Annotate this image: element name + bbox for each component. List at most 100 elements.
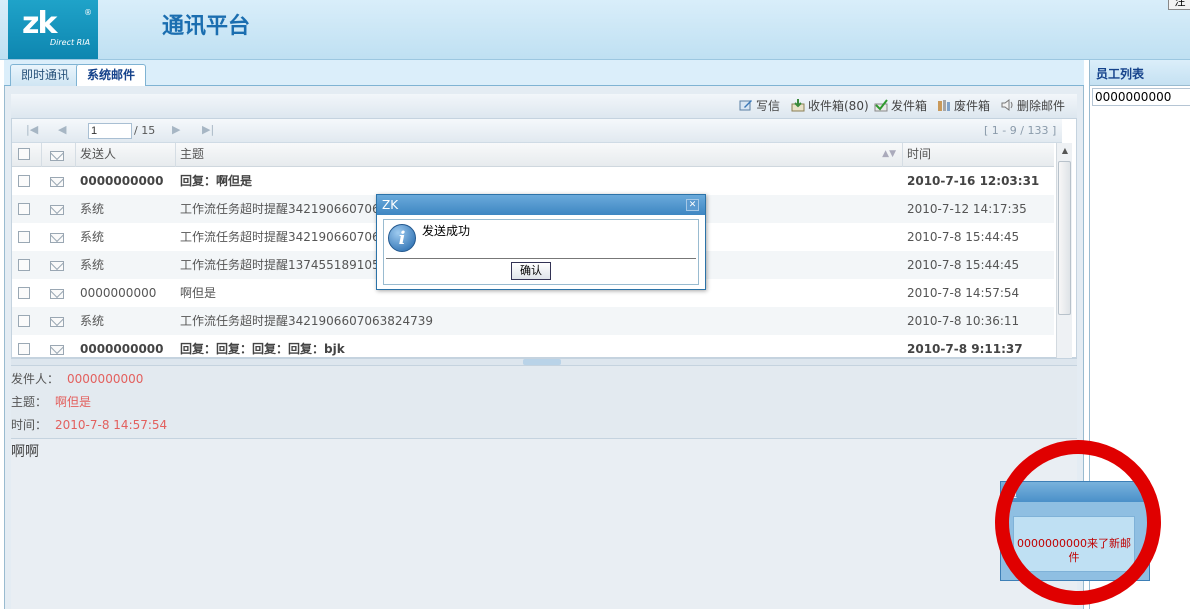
employee-list-title: 员工列表 <box>1090 60 1190 86</box>
row-checkbox[interactable] <box>18 231 30 243</box>
row-checkbox[interactable] <box>18 343 30 355</box>
sent-label: 发件箱 <box>891 99 928 113</box>
tab-bar: 即时通讯 系统邮件 <box>4 60 1084 87</box>
detail-sender-line: 发件人： 0000000000 <box>11 370 143 388</box>
delete-mail-label: 删除邮件 <box>1017 99 1066 113</box>
message-dialog: ZK ✕ i 发送成功 确认 <box>376 194 706 290</box>
grid-scrollbar[interactable]: ▲ ▼ <box>1056 143 1072 379</box>
select-all-checkbox[interactable] <box>18 148 30 160</box>
sent-button[interactable]: 发件箱 <box>874 98 927 114</box>
row-time: 2010-7-8 10:36:11 <box>907 314 1020 328</box>
row-sender: 系统 <box>80 202 105 216</box>
page-number-input[interactable] <box>88 123 132 139</box>
zk-logo: zk ® Direct RIA <box>8 0 98 59</box>
sort-icon: ▲▼ <box>882 149 896 159</box>
detail-time-line: 时间： 2010-7-8 14:57:54 <box>11 416 167 434</box>
envelope-icon <box>50 261 64 271</box>
detail-subject-value: 啊但是 <box>55 395 92 409</box>
compose-label: 写信 <box>756 99 781 113</box>
row-subject: 工作流任务超时提醒3421906607063824739 <box>180 314 434 328</box>
row-sender: 0000000000 <box>80 286 157 300</box>
prev-page-icon[interactable]: ◀ <box>58 123 66 136</box>
corner-button[interactable]: 注 <box>1168 0 1190 10</box>
row-checkbox[interactable] <box>18 203 30 215</box>
row-sender: 0000000000 <box>80 174 164 188</box>
close-icon[interactable]: ✕ <box>686 199 699 211</box>
app-header: zk ® Direct RIA 通讯平台 注 <box>0 0 1190 60</box>
paging-bar: |◀ ◀ / 15 ▶ ▶| [ 1 - 9 / 133 ] <box>12 119 1062 143</box>
detail-sender-label: 发件人： <box>11 372 60 386</box>
mail-body: 啊啊 <box>11 438 1077 609</box>
last-page-icon[interactable]: ▶| <box>202 123 214 136</box>
trash-icon <box>938 100 950 111</box>
compose-icon <box>739 100 752 111</box>
column-sender[interactable]: 发送人 <box>76 143 176 167</box>
sent-icon <box>874 99 888 112</box>
envelope-icon <box>50 151 64 161</box>
compose-button[interactable]: 写信 <box>739 98 780 114</box>
mail-panel: 写信 收件箱(80) 发件箱 废件箱 删除邮件 |◀ ◀ / 15 ▶ ▶| <box>4 86 1084 609</box>
detail-time-label: 时间： <box>11 418 48 432</box>
speaker-icon <box>1001 99 1013 111</box>
trash-button[interactable]: 废件箱 <box>937 98 990 114</box>
split-handle[interactable] <box>11 358 1077 366</box>
dialog-message: 发送成功 <box>422 224 471 238</box>
envelope-icon <box>50 205 64 215</box>
delete-mail-button[interactable]: 删除邮件 <box>1000 98 1065 114</box>
mail-content: 写信 收件箱(80) 发件箱 废件箱 删除邮件 |◀ ◀ / 15 ▶ ▶| <box>11 94 1077 609</box>
next-page-icon[interactable]: ▶ <box>172 123 180 136</box>
splitter-knob[interactable] <box>523 359 561 365</box>
mail-icon-column <box>42 143 76 167</box>
row-time: 2010-7-8 14:57:54 <box>907 286 1020 300</box>
row-checkbox[interactable] <box>18 259 30 271</box>
envelope-icon <box>50 289 64 299</box>
envelope-icon <box>50 177 64 187</box>
logo-text: zk <box>22 6 57 41</box>
row-time: 2010-7-16 12:03:31 <box>907 174 1040 188</box>
info-icon: i <box>388 224 416 252</box>
row-subject: 回复：啊但是 <box>180 174 253 188</box>
inbox-label: 收件箱(80) <box>808 99 869 113</box>
mail-detail: 发件人： 0000000000 主题： 啊但是 时间： 2010-7-8 14:57:… <box>11 366 1077 438</box>
row-sender: 系统 <box>80 230 105 244</box>
logo-subtitle: Direct RIA <box>50 38 91 47</box>
page-total: / 15 <box>134 124 156 137</box>
dialog-title: ZK <box>382 198 399 212</box>
column-subject-label: 主题 <box>180 147 205 161</box>
row-checkbox[interactable] <box>18 287 30 299</box>
row-sender: 系统 <box>80 258 105 272</box>
tab-instant-messaging[interactable]: 即时通讯 <box>10 64 81 86</box>
select-all-cell <box>12 143 42 167</box>
envelope-icon <box>50 345 64 355</box>
row-checkbox[interactable] <box>18 315 30 327</box>
dialog-divider <box>386 258 696 259</box>
envelope-icon <box>50 317 64 327</box>
table-row[interactable]: 0000000000 回复：啊但是 2010-7-16 12:03:31 <box>12 167 1054 195</box>
dialog-body: i 发送成功 确认 <box>383 219 699 285</box>
column-subject[interactable]: 主题 ▲▼ <box>176 143 903 167</box>
detail-time-value: 2010-7-8 14:57:54 <box>55 418 168 432</box>
column-time[interactable]: 时间 <box>903 143 1054 167</box>
row-checkbox[interactable] <box>18 175 30 187</box>
mail-toolbar: 写信 收件箱(80) 发件箱 废件箱 删除邮件 <box>11 94 1077 118</box>
detail-subject-label: 主题： <box>11 395 48 409</box>
scroll-up-icon[interactable]: ▲ <box>1059 145 1071 157</box>
row-time: 2010-7-8 15:44:45 <box>907 258 1020 272</box>
dialog-header: ZK ✕ <box>377 195 705 215</box>
employee-item[interactable]: 0000000000 <box>1092 88 1190 106</box>
tab-system-mail[interactable]: 系统邮件 <box>76 64 147 87</box>
record-range: [ 1 - 9 / 133 ] <box>984 124 1057 137</box>
trash-label: 废件箱 <box>954 99 991 113</box>
inbox-button[interactable]: 收件箱(80) <box>791 98 869 114</box>
detail-subject-line: 主题： 啊但是 <box>11 393 91 411</box>
confirm-button[interactable]: 确认 <box>511 262 551 280</box>
row-time: 2010-7-8 15:44:45 <box>907 230 1020 244</box>
first-page-icon[interactable]: |◀ <box>26 123 38 136</box>
detail-sender-value: 0000000000 <box>67 372 144 386</box>
envelope-icon <box>50 233 64 243</box>
scroll-thumb[interactable] <box>1058 161 1071 315</box>
table-row[interactable]: 系统 工作流任务超时提醒3421906607063824739 2010-7-8 1… <box>12 307 1054 335</box>
app-title: 通讯平台 <box>162 13 251 39</box>
inbox-icon <box>791 99 805 112</box>
logo-registered-mark: ® <box>84 8 92 17</box>
